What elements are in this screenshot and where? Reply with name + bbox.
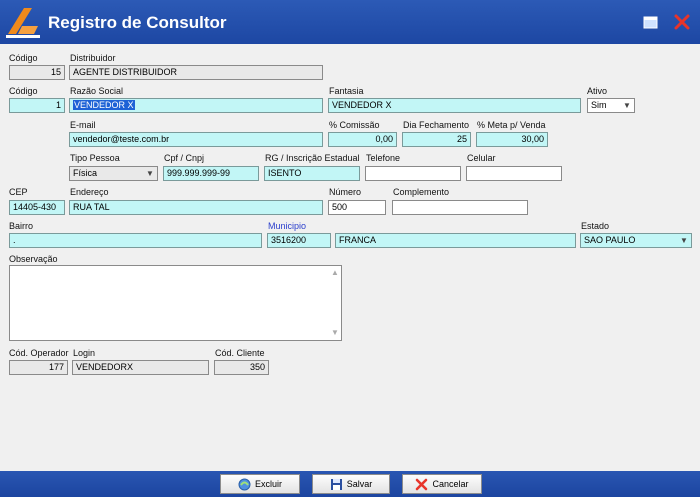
tipo-pessoa-select[interactable]: Física ▼	[69, 166, 158, 181]
cod-cliente-label: Cód. Cliente	[215, 348, 265, 358]
comissao-field[interactable]: 0,00	[328, 132, 397, 147]
cep-field[interactable]: 14405-430	[9, 200, 65, 215]
close-icon[interactable]	[672, 12, 692, 32]
complemento-label: Complemento	[393, 187, 450, 197]
municipio-codigo-field[interactable]: 3516200	[267, 233, 331, 248]
title-bar: Registro de Consultor	[0, 0, 700, 44]
restore-icon[interactable]	[641, 12, 661, 32]
celular-label: Celular	[467, 153, 496, 163]
excluir-label: Excluir	[254, 479, 282, 489]
observacao-scrollbar[interactable]: ▲ ▼	[329, 266, 341, 340]
estado-value: SAO PAULO	[584, 235, 636, 245]
distribuidor-codigo-field: 15	[9, 65, 65, 80]
razao-social-field[interactable]: VENDEDOR X	[69, 98, 323, 113]
salvar-label: Salvar	[346, 479, 373, 489]
action-bar: Excluir Salvar Cancelar	[0, 471, 700, 497]
tipo-pessoa-value: Física	[73, 168, 98, 178]
delete-icon	[238, 478, 251, 490]
municipio-nome-field[interactable]: FRANCA	[335, 233, 576, 248]
municipio-link[interactable]: Municipio	[268, 221, 306, 231]
dia-fechamento-label: Dia Fechamento	[403, 120, 470, 130]
chevron-down-icon[interactable]: ▼	[677, 234, 691, 247]
distribuidor-label: Distribuidor	[70, 53, 116, 63]
fantasia-label: Fantasia	[329, 86, 364, 96]
cpf-cnpj-field[interactable]: 999.999.999-99	[163, 166, 259, 181]
cancelar-button[interactable]: Cancelar	[402, 474, 482, 494]
cpf-cnpj-label: Cpf / Cnpj	[164, 153, 205, 163]
complemento-field[interactable]	[392, 200, 528, 215]
codigo-field[interactable]: 1	[9, 98, 65, 113]
observacao-label: Observação	[9, 254, 58, 264]
login-field: VENDEDORX	[72, 360, 209, 375]
bairro-label: Bairro	[9, 221, 34, 231]
observacao-textarea[interactable]: ▲ ▼	[9, 265, 342, 341]
window-title: Registro de Consultor	[48, 13, 227, 32]
ativo-select[interactable]: Sim ▼	[587, 98, 635, 113]
codigo-label: Código	[9, 86, 38, 96]
meta-venda-field[interactable]: 30,00	[476, 132, 548, 147]
endereco-label: Endereço	[70, 187, 109, 197]
estado-select[interactable]: SAO PAULO ▼	[580, 233, 692, 248]
cancel-icon	[416, 478, 428, 490]
scroll-down-icon[interactable]: ▼	[331, 328, 339, 337]
meta-venda-label: % Meta p/ Venda	[477, 120, 546, 130]
ativo-label: Ativo	[587, 86, 608, 96]
excluir-button[interactable]: Excluir	[220, 474, 300, 494]
cod-operador-label: Cód. Operador	[9, 348, 69, 358]
cod-operador-field: 177	[9, 360, 68, 375]
ativo-value: Sim	[591, 100, 607, 110]
save-icon	[330, 478, 342, 490]
form-body: Código Distribuidor 15 AGENTE DISTRIBUID…	[0, 44, 700, 471]
scroll-up-icon[interactable]: ▲	[331, 268, 339, 277]
celular-field[interactable]	[466, 166, 562, 181]
cancelar-label: Cancelar	[432, 479, 469, 489]
estado-label: Estado	[581, 221, 610, 231]
chevron-down-icon[interactable]: ▼	[620, 99, 634, 112]
distribuidor-codigo-label: Código	[9, 53, 38, 63]
bairro-field[interactable]: .	[9, 233, 262, 248]
rg-ie-label: RG / Inscrição Estadual	[265, 153, 360, 163]
login-label: Login	[73, 348, 96, 358]
chevron-down-icon[interactable]: ▼	[143, 167, 157, 180]
dia-fechamento-field[interactable]: 25	[402, 132, 471, 147]
numero-label: Número	[329, 187, 362, 197]
comissao-label: % Comissão	[329, 120, 380, 130]
tipo-pessoa-label: Tipo Pessoa	[70, 153, 120, 163]
telefone-label: Telefone	[366, 153, 401, 163]
razao-social-value: VENDEDOR X	[73, 100, 135, 110]
telefone-field[interactable]	[365, 166, 461, 181]
rg-ie-field[interactable]: ISENTO	[264, 166, 360, 181]
distribuidor-nome-field: AGENTE DISTRIBUIDOR	[69, 65, 323, 80]
email-field[interactable]: vendedor@teste.com.br	[69, 132, 323, 147]
cep-label: CEP	[9, 187, 28, 197]
numero-field[interactable]: 500	[328, 200, 386, 215]
cod-cliente-field: 350	[214, 360, 269, 375]
email-label: E-mail	[70, 120, 96, 130]
app-logo-icon	[6, 8, 40, 38]
fantasia-field[interactable]: VENDEDOR X	[328, 98, 581, 113]
endereco-field[interactable]: RUA TAL	[69, 200, 323, 215]
salvar-button[interactable]: Salvar	[312, 474, 390, 494]
razao-social-label: Razão Social	[70, 86, 124, 96]
